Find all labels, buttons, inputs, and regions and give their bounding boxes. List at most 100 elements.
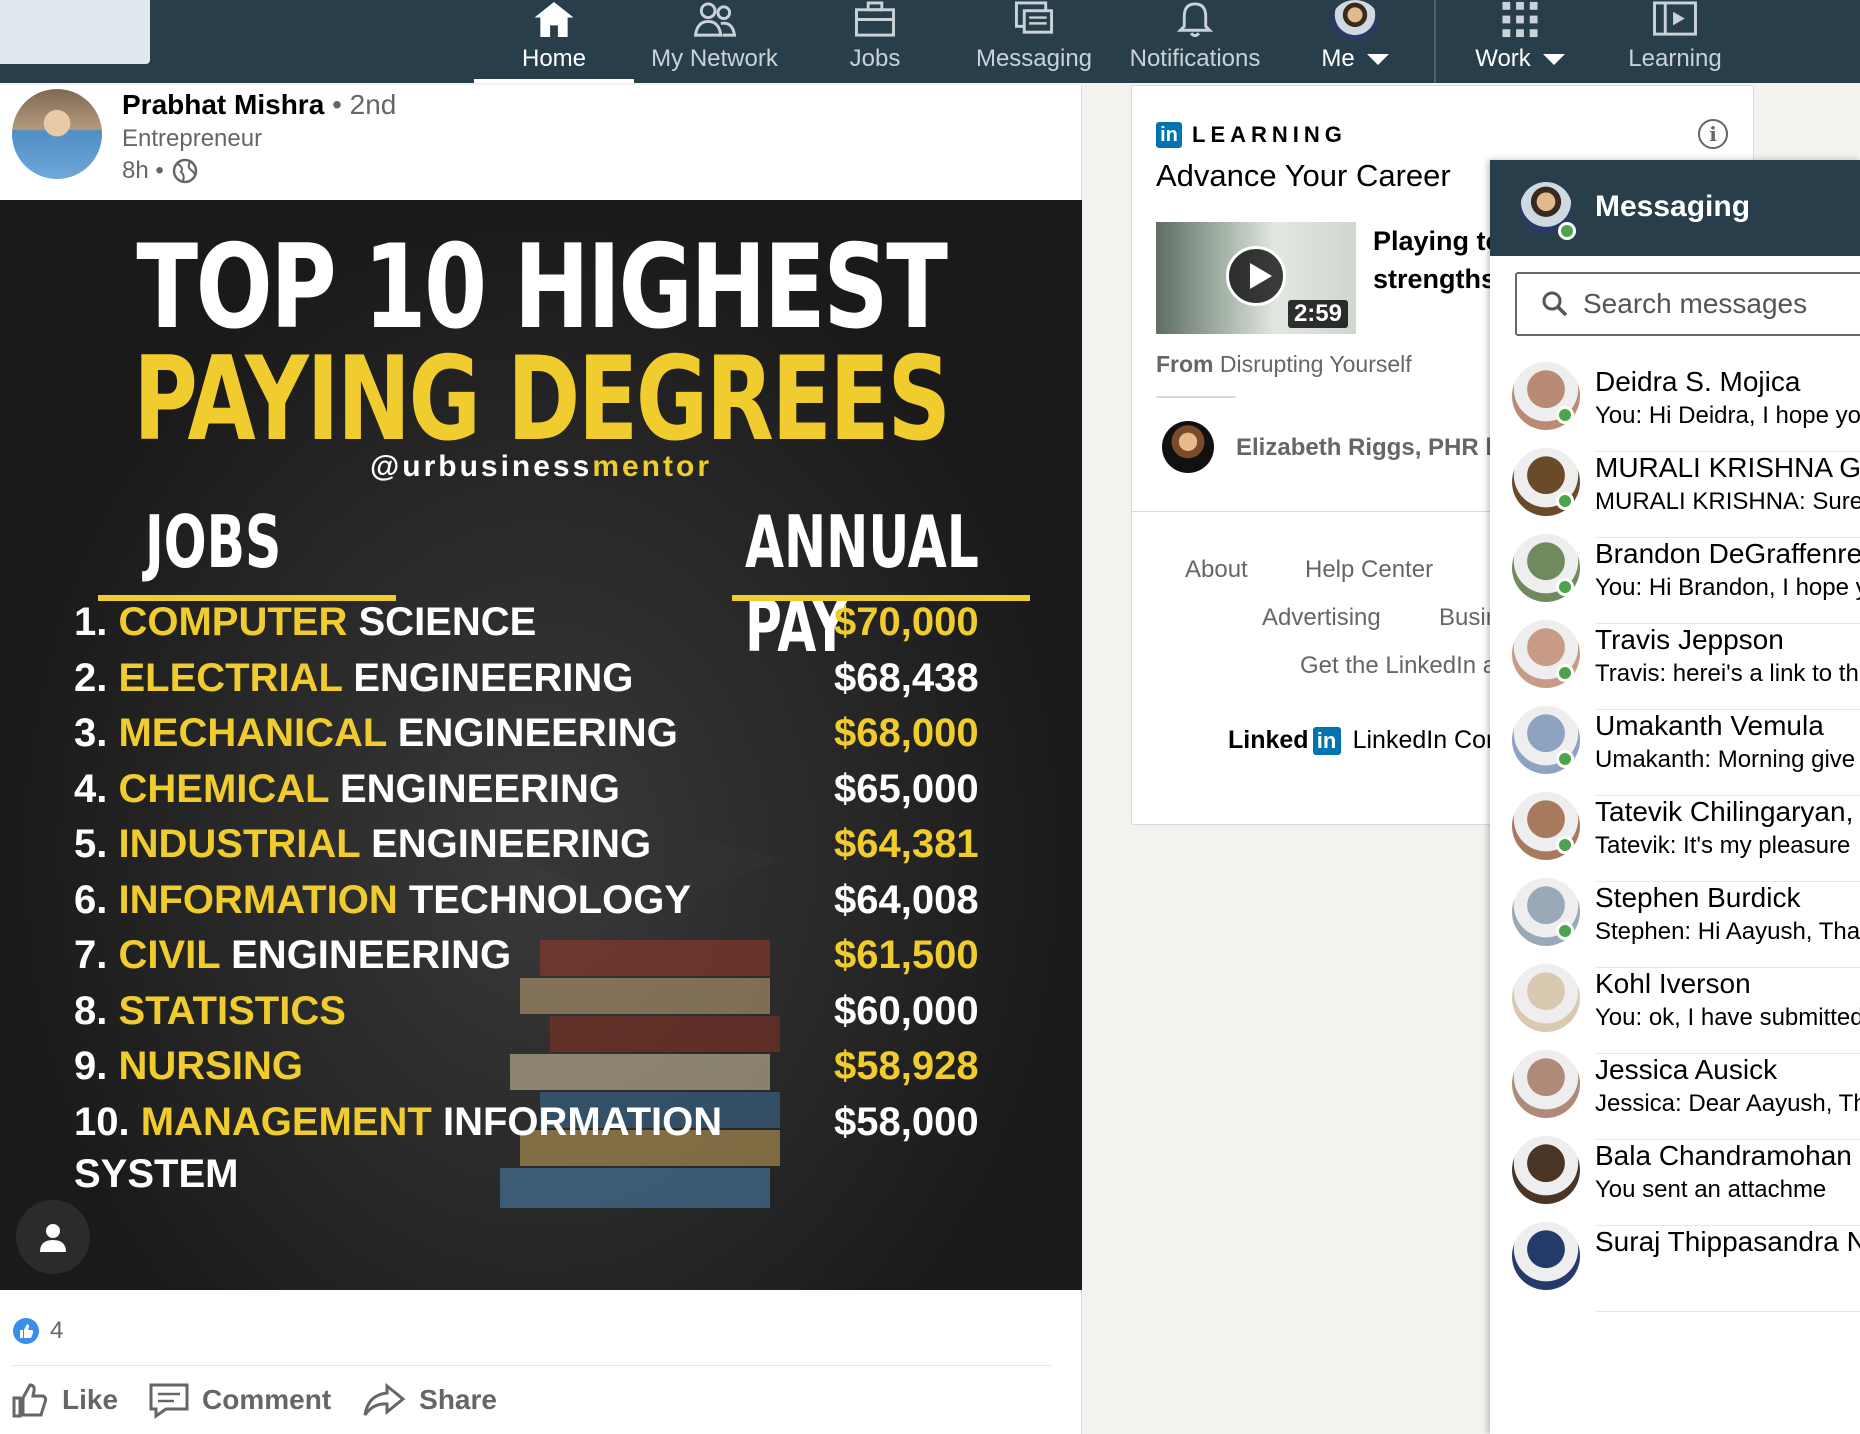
online-indicator <box>1556 406 1574 424</box>
degree-row: 4. CHEMICAL ENGINEERING $65,000 <box>74 767 994 823</box>
tagged-user-icon[interactable] <box>16 1200 90 1274</box>
author-avatar[interactable] <box>12 89 102 179</box>
conversation-name: Jessica Ausick <box>1595 1054 1778 1085</box>
jobs-column-header: JOBS <box>145 500 282 584</box>
conversation-name: Bala Chandramohan <box>1595 1140 1852 1171</box>
learning-brand-label: LEARNING <box>1192 122 1347 147</box>
degree-list: 1. COMPUTER SCIENCE $70,000 2. ELECTRIAL E… <box>74 600 994 1155</box>
author-line: Prabhat Mishra • 2nd <box>122 89 396 121</box>
learning-icon <box>1653 1 1697 36</box>
conversation-name: Deidra S. Mojica <box>1595 366 1801 397</box>
degree-row: 10. MANAGEMENT INFORMATION $58,000 <box>74 1100 994 1156</box>
network-icon <box>693 2 736 37</box>
search-placeholder: Search messages <box>1583 288 1808 319</box>
reactions-summary[interactable]: 4 <box>12 1317 63 1345</box>
conversation-name: Tatevik Chilingaryan, S <box>1595 796 1860 827</box>
conversation-snippet: You: Hi Brandon, I hope y <box>1595 574 1860 601</box>
footer-about-link[interactable]: About <box>1185 556 1248 584</box>
annual-pay: $70,000 <box>834 600 979 644</box>
post-actions: Like Comment Share <box>10 1380 497 1420</box>
footer-app-link[interactable]: Get the LinkedIn a <box>1300 652 1496 680</box>
linkedin-logo-icon: in <box>1312 726 1341 755</box>
share-button[interactable]: Share <box>361 1380 497 1420</box>
share-icon <box>363 1382 406 1416</box>
annual-pay: $58,928 <box>834 1044 979 1088</box>
image-brand: @urbusinessmentor <box>0 450 1082 484</box>
search-box[interactable] <box>0 0 150 64</box>
learning-brand: in LEARNING <box>1156 122 1347 148</box>
course-source: From Disrupting Yourself <box>1156 351 1412 378</box>
annual-pay: $61,500 <box>834 933 979 977</box>
degree-rank: 2. <box>74 655 108 700</box>
nav-home[interactable]: Home <box>474 0 634 83</box>
nav-work[interactable]: Work <box>1455 0 1585 83</box>
degree-row: 2. ELECTRIAL ENGINEERING $68,438 <box>74 656 994 712</box>
nav-my-network-label: My Network <box>651 45 778 72</box>
nav-work-label: Work <box>1475 45 1531 72</box>
nav-me[interactable]: Me <box>1300 0 1410 83</box>
comment-button[interactable]: Comment <box>148 1380 331 1420</box>
messaging-title: Messaging <box>1595 190 1751 223</box>
author-name[interactable]: Prabhat Mishra <box>122 89 324 120</box>
share-label: Share <box>419 1384 497 1415</box>
avatar <box>1512 1222 1580 1290</box>
degree-rank: 3. <box>74 711 108 755</box>
nav-my-network[interactable]: My Network <box>642 0 787 83</box>
degree-name-highlight: MECHANICAL <box>118 711 387 755</box>
degree-name: 2. ELECTRIAL ENGINEERING <box>74 656 633 712</box>
conversation-snippet: Tatevik: It's my pleasure <box>1595 832 1851 859</box>
online-indicator <box>1556 922 1574 940</box>
instructor-avatar[interactable] <box>1162 421 1214 473</box>
conversation-item[interactable]: Suraj Thippasandra N <box>1490 1210 1860 1312</box>
footer-help-link[interactable]: Help Center <box>1305 556 1433 584</box>
bell-icon <box>1176 2 1214 38</box>
degree-name: 6. INFORMATION TECHNOLOGY <box>74 878 691 934</box>
divider <box>1156 396 1236 398</box>
home-icon <box>534 1 574 38</box>
footer-business-link[interactable]: Busir <box>1439 604 1494 632</box>
conversation-snippet: You sent an attachme <box>1595 1176 1827 1203</box>
degree-rank: 1. <box>74 600 108 644</box>
degree-name-rest: ENGINEERING <box>231 933 512 977</box>
degree-name-highlight: MANAGEMENT <box>140 1099 432 1144</box>
conversation-snippet: MURALI KRISHNA: Sure, <box>1595 488 1860 515</box>
online-indicator <box>1556 664 1574 682</box>
globe-icon <box>172 158 198 184</box>
degree-name-rest: INFORMATION <box>442 1099 723 1144</box>
degree-name-rest: ENGINEERING <box>339 766 621 811</box>
nav-me-label: Me <box>1321 45 1355 72</box>
annual-pay: $68,438 <box>834 655 979 700</box>
footer-advertising-link[interactable]: Advertising <box>1262 604 1381 632</box>
chevron-down-icon <box>1366 54 1389 66</box>
nav-jobs[interactable]: Jobs <box>820 0 930 83</box>
post-image[interactable]: TOP 10 HIGHEST PAYING DEGREES @urbusines… <box>0 200 1082 1290</box>
degree-name: 10. MANAGEMENT INFORMATION <box>74 1100 722 1156</box>
course-thumbnail[interactable]: 2:59 <box>1156 222 1356 334</box>
thumbs-up-icon <box>12 1383 48 1418</box>
degree-name-highlight: INDUSTRIAL <box>118 822 360 866</box>
degree-name: 1. COMPUTER SCIENCE <box>74 600 536 656</box>
learning-title: Advance Your Career <box>1156 158 1451 193</box>
post-time: 8h • <box>122 157 198 185</box>
from-value: Disrupting Yourself <box>1219 351 1412 377</box>
conversation-snippet: Jessica: Dear Aayush, Th <box>1595 1090 1860 1117</box>
conversation-snippet: You: Hi Deidra, I hope yo <box>1595 402 1860 429</box>
author-headline: Entrepreneur <box>122 125 263 152</box>
conversation-name: Stephen Burdick <box>1595 882 1801 913</box>
degree-rank: 7. <box>74 933 108 977</box>
nav-notifications[interactable]: Notifications <box>1120 0 1270 83</box>
post-time-label: 8h • <box>122 157 164 184</box>
conversation-name: Brandon DeGraffenrei <box>1595 538 1860 569</box>
degree-name-highlight: ELECTRIAL <box>118 655 343 700</box>
like-button[interactable]: Like <box>10 1380 118 1420</box>
messaging-header[interactable]: Messaging <box>1490 160 1860 256</box>
search-messages-input[interactable]: Search messages <box>1515 272 1860 336</box>
nav-messaging[interactable]: Messaging <box>968 0 1100 83</box>
nav-messaging-label: Messaging <box>975 45 1093 72</box>
nav-learning[interactable]: Learning <box>1620 0 1730 83</box>
footer-logo: Linked in LinkedIn Corp <box>1228 726 1508 755</box>
degree-row: 8. STATISTICS $60,000 <box>74 989 994 1045</box>
info-icon[interactable]: i <box>1698 119 1728 149</box>
instructor-name[interactable]: Elizabeth Riggs, PHR li <box>1236 434 1499 462</box>
degree-name-highlight: COMPUTER <box>118 600 348 644</box>
